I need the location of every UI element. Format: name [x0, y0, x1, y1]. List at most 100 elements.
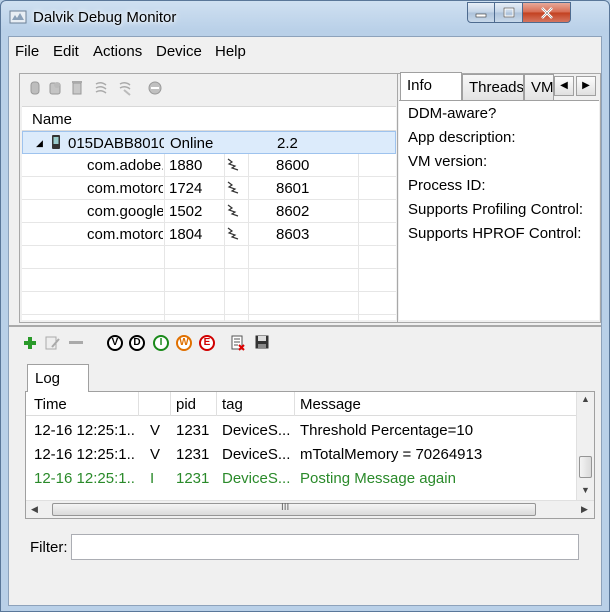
log-tag: DeviceS... — [222, 446, 291, 463]
filter-input[interactable] — [71, 534, 579, 560]
close-icon — [540, 6, 553, 19]
devices-panel: Name ◢ 015DABB8010 Online 2.2 com.adobe.… — [19, 73, 399, 323]
app-icon — [9, 10, 27, 24]
minimize-icon — [475, 13, 487, 17]
log-level: I — [150, 470, 155, 487]
log-level-warn-icon[interactable]: W — [176, 335, 192, 351]
maximize-icon — [503, 7, 514, 17]
log-message: Posting Message again — [300, 470, 456, 487]
column-header-pid[interactable]: pid — [176, 396, 196, 413]
device-serial: 015DABB8010 — [68, 135, 164, 152]
log-horizontal-scrollbar[interactable]: ◀ III ▶ — [26, 500, 594, 518]
collapse-arrow-icon[interactable]: ◢ — [36, 138, 43, 149]
process-pid: 1804 — [169, 226, 203, 243]
scroll-right-icon[interactable]: ▶ — [581, 504, 588, 515]
title-bar[interactable]: Dalvik Debug Monitor — [1, 1, 609, 35]
log-table-header: Time pid tag Message — [26, 392, 576, 416]
panel-splitter[interactable] — [9, 325, 601, 327]
menu-edit[interactable]: Edit — [53, 43, 79, 60]
tab-info[interactable]: Info — [400, 72, 462, 100]
clear-log-icon[interactable] — [231, 335, 245, 351]
log-row[interactable]: 12-16 12:25:1... I 1231 DeviceS... Posti… — [26, 466, 576, 490]
update-heap-icon[interactable] — [48, 80, 62, 96]
process-row[interactable]: com.motoro 1724 8601 — [22, 177, 396, 200]
info-vm-version: VM version: — [408, 153, 488, 170]
start-profiling-icon[interactable] — [118, 80, 132, 96]
info-hprof-control: Supports HPROF Control: — [408, 225, 582, 242]
column-header-tag[interactable]: tag — [222, 396, 243, 413]
info-app-description: App description: — [408, 129, 516, 146]
log-pid: 1231 — [176, 470, 210, 487]
column-header-time[interactable]: Time — [34, 396, 67, 413]
process-row[interactable]: com.motoro 1804 8603 — [22, 223, 396, 246]
log-row[interactable]: 12-16 12:25:1... V 1231 DeviceS... Thres… — [26, 418, 576, 442]
column-divider — [294, 392, 295, 416]
log-time: 12-16 12:25:1... — [34, 422, 136, 439]
tab-log[interactable]: Log — [27, 364, 89, 392]
device-row[interactable]: ◢ 015DABB8010 Online 2.2 — [22, 131, 396, 154]
log-level-verbose-icon[interactable]: V — [107, 335, 123, 351]
process-port: 8601 — [276, 180, 310, 197]
scroll-down-icon[interactable]: ▼ — [581, 485, 590, 495]
tab-vm[interactable]: VM — [524, 74, 554, 100]
edit-filter-icon[interactable] — [45, 335, 61, 351]
info-panel: DDM-aware? App description: VM version: … — [399, 100, 599, 320]
log-horizontal-scroll-thumb[interactable]: III — [52, 502, 536, 516]
tab-scroll-left-icon[interactable]: ◀ — [554, 76, 574, 96]
window-title: Dalvik Debug Monitor — [33, 9, 177, 26]
log-time: 12-16 12:25:1... — [34, 446, 136, 463]
log-vertical-scrollbar[interactable]: ▲ ▼ — [576, 392, 594, 500]
tab-scroll-right-icon[interactable]: ▶ — [576, 76, 596, 96]
log-level: V — [150, 446, 161, 463]
process-name: com.motoro — [87, 226, 163, 243]
log-pid: 1231 — [176, 422, 210, 439]
log-tag: DeviceS... — [222, 422, 291, 439]
add-filter-icon[interactable] — [23, 336, 37, 350]
log-row[interactable]: 12-16 12:25:1... V 1231 DeviceS... mTota… — [26, 442, 576, 466]
maximize-button[interactable] — [495, 2, 523, 23]
debug-bug-icon — [227, 204, 239, 217]
info-tabs-panel: Info Threads VM ◀ ▶ DDM-aware? App descr… — [397, 72, 601, 323]
dump-hprof-icon[interactable] — [70, 80, 84, 96]
scroll-up-icon[interactable]: ▲ — [581, 394, 590, 404]
column-header-name[interactable]: Name — [32, 111, 72, 128]
empty-row — [22, 246, 396, 269]
menu-actions[interactable]: Actions — [93, 43, 142, 60]
device-version: 2.2 — [277, 135, 298, 152]
save-log-icon[interactable] — [255, 335, 269, 349]
log-level-debug-icon[interactable]: D — [129, 335, 145, 351]
debug-process-icon[interactable] — [28, 80, 42, 96]
filter-label: Filter: — [30, 539, 68, 556]
process-row[interactable]: com.adobe. 1880 8600 — [22, 154, 396, 177]
process-name: com.google — [87, 203, 163, 220]
info-profiling-control: Supports Profiling Control: — [408, 201, 584, 218]
menu-file[interactable]: File — [15, 43, 39, 60]
log-vertical-scroll-thumb[interactable] — [579, 456, 592, 478]
process-port: 8600 — [276, 157, 310, 174]
process-pid: 1880 — [169, 157, 203, 174]
stop-process-icon[interactable] — [148, 80, 162, 96]
tab-threads[interactable]: Threads — [462, 74, 524, 100]
phone-icon — [52, 135, 60, 149]
app-window: Dalvik Debug Monitor File Edit Actions D… — [0, 0, 610, 612]
log-table: Time pid tag Message 12-16 12:25:1... V … — [25, 391, 595, 519]
scroll-left-icon[interactable]: ◀ — [31, 504, 38, 515]
log-level-info-icon[interactable]: I — [153, 335, 169, 351]
info-process-id: Process ID: — [408, 177, 486, 194]
delete-filter-icon[interactable] — [69, 341, 83, 345]
process-name: com.motoro — [87, 180, 163, 197]
column-header-message[interactable]: Message — [300, 396, 361, 413]
log-level: V — [150, 422, 161, 439]
log-level-error-icon[interactable]: E — [199, 335, 215, 351]
close-button[interactable] — [523, 2, 571, 23]
scroll-grip: III — [281, 502, 290, 513]
process-row[interactable]: com.google 1502 8602 — [22, 200, 396, 223]
device-status: Online — [170, 135, 214, 152]
menu-device[interactable]: Device — [156, 43, 202, 60]
menu-bar: File Edit Actions Device Help — [9, 37, 601, 65]
update-threads-icon[interactable] — [94, 80, 108, 96]
devices-table-header: Name — [22, 107, 396, 131]
minimize-button[interactable] — [467, 2, 495, 23]
menu-help[interactable]: Help — [215, 43, 246, 60]
debug-bug-icon — [227, 158, 239, 171]
